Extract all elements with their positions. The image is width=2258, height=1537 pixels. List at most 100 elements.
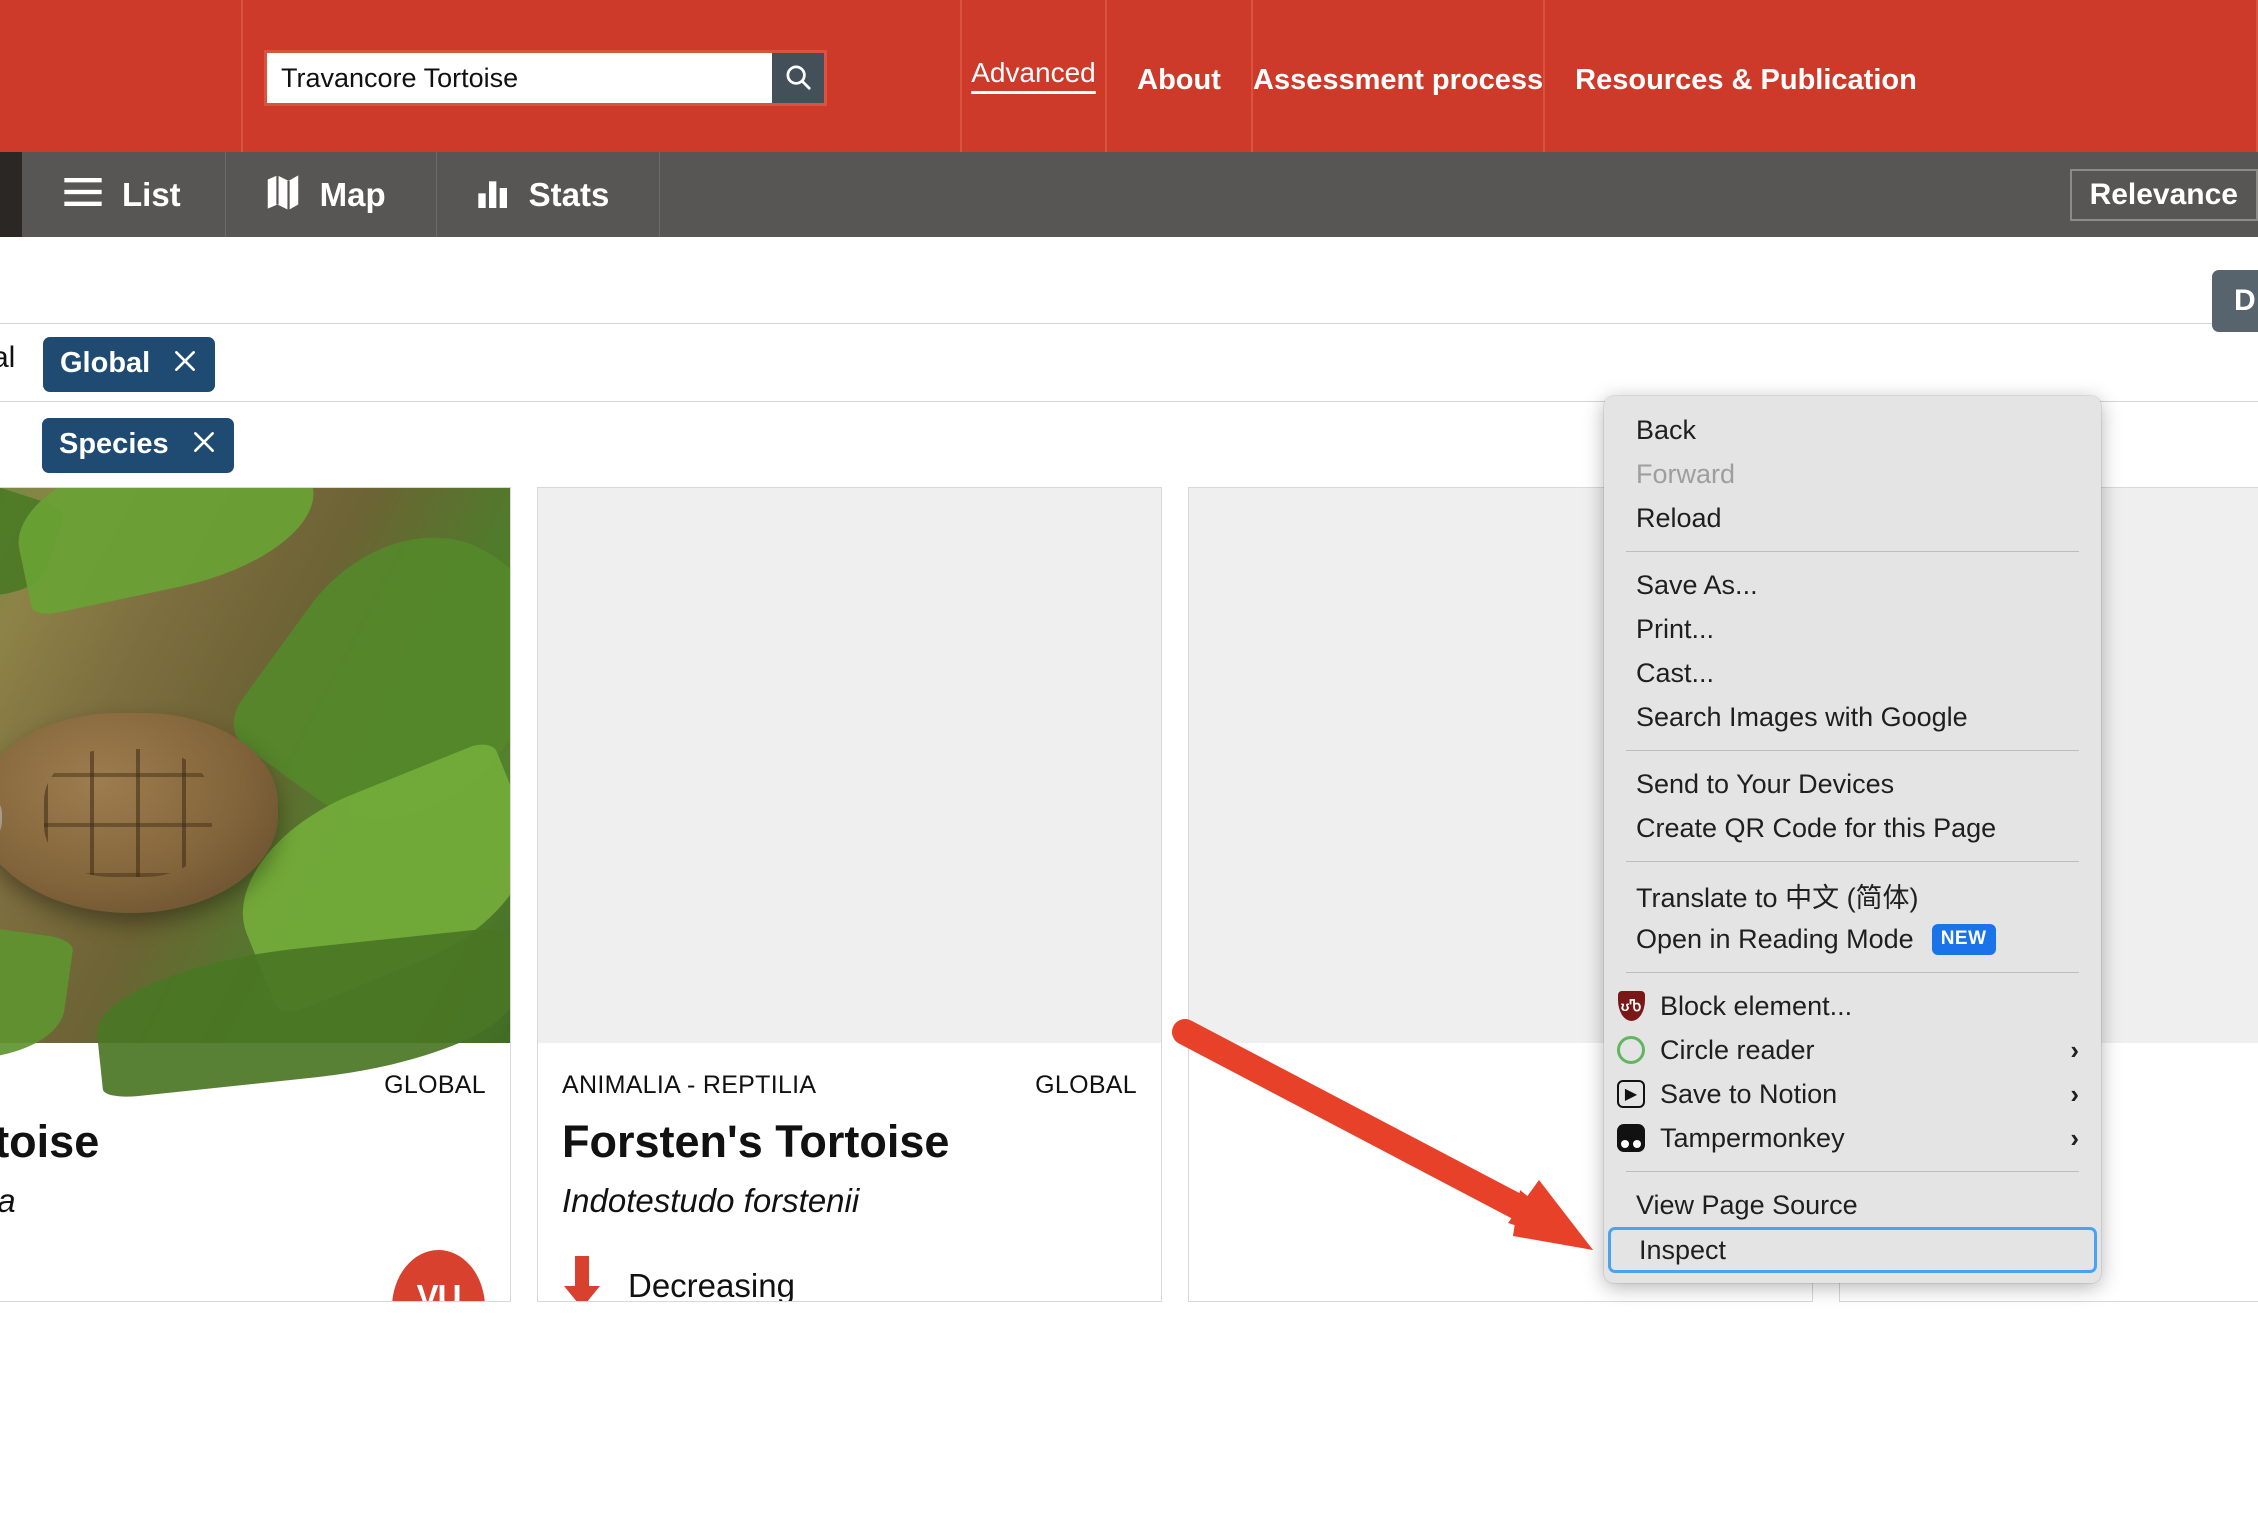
filter-row-scope: al Global: [0, 333, 2258, 401]
circle-reader-icon: [1614, 1036, 1648, 1064]
context-menu-item-tampermonkey-label: Tampermonkey: [1660, 1122, 1845, 1153]
context-menu-item-send-to-your-devices[interactable]: Send to Your Devices: [1604, 762, 2101, 806]
context-menu-item-inspect[interactable]: Inspect: [1608, 1227, 2097, 1273]
tortoise-shell-shape: [0, 713, 278, 913]
tampermonkey-icon: [1614, 1124, 1648, 1152]
search-icon: [783, 62, 813, 95]
context-menu-item-circle-reader[interactable]: Circle reader ›: [1604, 1028, 2101, 1072]
context-menu-item-tampermonkey[interactable]: Tampermonkey ›: [1604, 1116, 2101, 1160]
leaf-shape: [4, 488, 328, 618]
species-photo-placeholder: [538, 488, 1161, 1043]
result-card[interactable]: REPTILIA GLOBAL ncore Tortoise do travan…: [0, 487, 511, 1302]
toolbar-tab-stats[interactable]: Stats: [437, 152, 661, 237]
search-box: [264, 50, 827, 106]
divider-top: [0, 323, 2258, 324]
toolbar-tab-map-label: Map: [319, 175, 386, 213]
context-menu-item-translate[interactable]: Translate to 中文 (简体): [1604, 873, 2101, 917]
download-button-label: D: [2234, 284, 2256, 317]
filter-group-label: al: [0, 341, 16, 374]
context-menu-item-send-to-devices-label: Send to Your Devices: [1636, 768, 1895, 799]
context-menu-item-open-in-reading-mode[interactable]: Open in Reading Mode NEW: [1604, 917, 2101, 961]
search-submit-button[interactable]: [772, 53, 824, 103]
close-icon[interactable]: [191, 429, 217, 460]
context-menu-separator: [1626, 861, 2079, 862]
nav-item-about[interactable]: About: [1107, 0, 1253, 152]
new-badge: NEW: [1931, 923, 1996, 955]
arrow-down-icon: [562, 1256, 602, 1301]
card-common-name: ncore Tortoise: [0, 1116, 100, 1167]
context-menu-item-save-to-notion-label: Save to Notion: [1660, 1078, 1838, 1109]
card-meta-top: ANIMALIA - REPTILIA GLOBAL: [562, 1043, 1137, 1100]
context-menu-item-translate-label: Translate to 中文 (简体): [1636, 882, 1919, 913]
notion-icon: ▶: [1614, 1080, 1648, 1108]
context-menu-item-reload[interactable]: Reload: [1604, 496, 2101, 540]
context-menu-item-save-as-label: Save As...: [1636, 569, 1758, 600]
context-menu-item-back[interactable]: Back: [1604, 408, 2101, 452]
context-menu-item-block-element[interactable]: ʊႪ Block element...: [1604, 984, 2101, 1028]
sort-by-value: Relevance: [2089, 177, 2238, 211]
nav-item-assessment-process[interactable]: Assessment process: [1253, 0, 1546, 152]
context-menu-item-view-page-source[interactable]: View Page Source: [1604, 1183, 2101, 1227]
header-logo-area: [0, 0, 243, 152]
result-card[interactable]: ANIMALIA - REPTILIA GLOBAL Forsten's Tor…: [537, 487, 1162, 1302]
chevron-right-icon: ›: [2070, 1034, 2079, 1065]
population-trend-label: Decreasing: [628, 1267, 795, 1302]
toolbar-tab-stats-label: Stats: [528, 175, 610, 213]
browser-context-menu: Back Forward Reload Save As... Print... …: [1604, 396, 2101, 1283]
context-menu-item-save-as[interactable]: Save As...: [1604, 563, 2101, 607]
status-badge: VU: [392, 1250, 485, 1301]
header-search-cell: [243, 0, 962, 152]
advanced-search-cell: Advanced: [962, 0, 1107, 152]
bar-chart-icon: [477, 176, 509, 213]
advanced-link[interactable]: Advanced: [962, 57, 1105, 89]
card-scope: GLOBAL: [384, 1071, 486, 1099]
context-menu-item-cast-label: Cast...: [1636, 657, 1715, 688]
context-menu-item-create-qr-code[interactable]: Create QR Code for this Page: [1604, 806, 2101, 850]
card-common-name: Forsten's Tortoise: [562, 1116, 950, 1167]
sort-by-select[interactable]: Relevance: [2069, 168, 2258, 221]
context-menu-separator: [1626, 1171, 2079, 1172]
context-menu-item-search-images-with-google[interactable]: Search Images with Google: [1604, 695, 2101, 739]
context-menu-item-block-element-label: Block element...: [1660, 990, 1853, 1021]
download-button[interactable]: D: [2212, 270, 2258, 332]
toolbar-tab-map[interactable]: Map: [226, 152, 437, 237]
population-trend: Decreasing: [562, 1256, 1137, 1302]
context-menu-item-save-to-notion[interactable]: ▶ Save to Notion ›: [1604, 1072, 2101, 1116]
map-icon: [266, 174, 300, 215]
nav-item-resources-publications[interactable]: Resources & Publication: [1545, 0, 2258, 152]
card-scientific-name: do travancorica: [0, 1182, 486, 1220]
filter-chip-species-label: Species: [59, 428, 169, 460]
filter-chip-global-label: Global: [60, 347, 151, 379]
filter-chip-global[interactable]: Global: [43, 337, 216, 392]
close-icon[interactable]: [172, 348, 198, 379]
toolbar-left-edge: [0, 152, 22, 237]
context-menu-item-print[interactable]: Print...: [1604, 607, 2101, 651]
card-meta: ANIMALIA - REPTILIA GLOBAL Forsten's Tor…: [538, 1043, 1161, 1302]
nav-item-about-label: About: [1137, 63, 1221, 96]
context-menu-item-reading-mode-label: Open in Reading Mode: [1636, 923, 1914, 954]
context-menu-item-circle-reader-label: Circle reader: [1660, 1034, 1815, 1065]
context-menu-item-cast[interactable]: Cast...: [1604, 651, 2101, 695]
view-toolbar: List Map Stats Relevance: [0, 152, 2258, 237]
card-scope: GLOBAL: [1035, 1071, 1137, 1099]
context-menu-separator: [1626, 972, 2079, 973]
card-meta: REPTILIA GLOBAL ncore Tortoise do travan…: [0, 1043, 510, 1301]
context-menu-item-back-label: Back: [1636, 414, 1697, 445]
context-menu-item-reload-label: Reload: [1636, 502, 1722, 533]
ublock-origin-icon: ʊႪ: [1614, 991, 1648, 1021]
nav-item-resources-publications-label: Resources & Publication: [1575, 63, 1917, 96]
chevron-right-icon: ›: [2070, 1122, 2079, 1153]
context-menu-item-create-qr-code-label: Create QR Code for this Page: [1636, 812, 1997, 843]
nav-item-assessment-process-label: Assessment process: [1253, 63, 1544, 96]
site-header: Advanced About Assessment process Resour…: [0, 0, 2258, 152]
toolbar-tab-list[interactable]: List: [22, 152, 226, 237]
card-taxonomy: ANIMALIA - REPTILIA: [562, 1071, 817, 1099]
context-menu-separator: [1626, 750, 2079, 751]
context-menu-item-forward-label: Forward: [1636, 458, 1736, 489]
search-input[interactable]: [267, 53, 772, 103]
filter-chip-species[interactable]: Species: [42, 418, 234, 473]
species-photo: [0, 488, 510, 1100]
card-scientific-name: Indotestudo forstenii: [562, 1182, 860, 1219]
context-menu-separator: [1626, 551, 2079, 552]
